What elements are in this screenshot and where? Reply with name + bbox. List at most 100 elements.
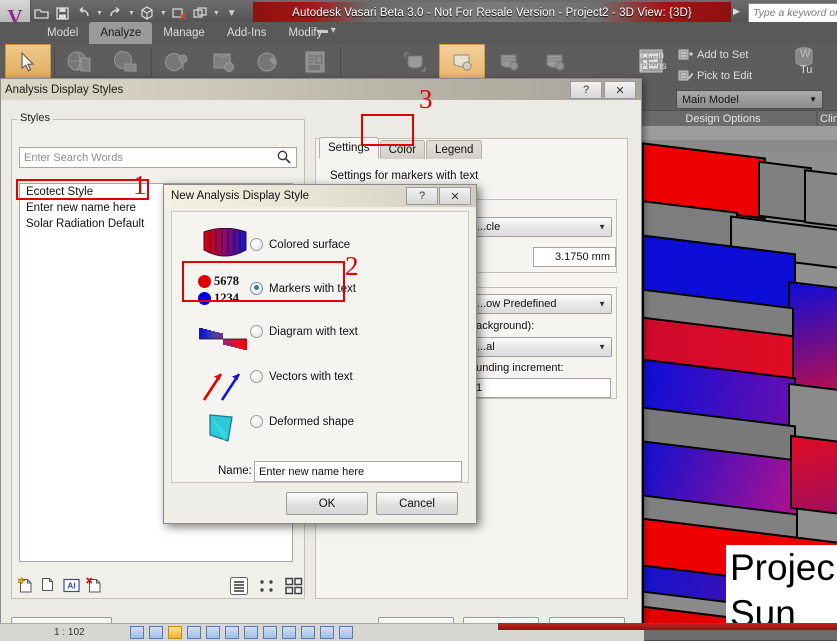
energy-settings-button[interactable] xyxy=(104,45,148,79)
help-icon: ? xyxy=(582,84,590,96)
redo-icon[interactable] xyxy=(106,4,125,23)
undo-dropdown-icon[interactable]: ▼ xyxy=(95,10,104,17)
status-icon-12[interactable] xyxy=(338,626,353,639)
marker-size-input[interactable]: 3.1750 mm xyxy=(533,247,616,267)
colored-surface-radio[interactable] xyxy=(250,238,263,251)
rename-style-icon[interactable]: AI xyxy=(63,577,80,597)
rounding-increment-input[interactable]: 1 xyxy=(471,378,611,398)
text-predefined-value: ...ow Predefined xyxy=(477,298,557,310)
vectors-with-text-radio[interactable] xyxy=(250,370,263,383)
marker-shape-select[interactable]: ...cle ▼ xyxy=(471,217,612,237)
keyword-search-input[interactable]: Type a keyword or phrase xyxy=(748,3,837,23)
analysis-tools-button[interactable] xyxy=(247,45,291,79)
status-icon-6[interactable] xyxy=(224,626,239,639)
detail-view-icon[interactable] xyxy=(258,577,276,598)
tab-analyze[interactable]: Analyze xyxy=(89,22,153,44)
status-icon-5[interactable] xyxy=(205,626,220,639)
design-option-select[interactable]: Main Model ▼ xyxy=(676,90,823,109)
quick-access-toolbar[interactable]: ▼ ▼ ▼ ▼ ▼ xyxy=(32,2,238,24)
tab-model[interactable]: Model xyxy=(36,22,89,44)
colored-surface-option[interactable]: Colored surface xyxy=(250,238,350,251)
qat-overflow-icon[interactable]: ▼ xyxy=(223,8,238,19)
diagram-with-text-radio[interactable] xyxy=(250,325,263,338)
tab-legend[interactable]: Legend xyxy=(426,140,483,159)
status-icon-11[interactable] xyxy=(319,626,334,639)
redo-dropdown-icon[interactable]: ▼ xyxy=(127,10,136,17)
save-icon[interactable] xyxy=(53,4,72,23)
switch-dropdown-icon[interactable]: ▼ xyxy=(212,10,221,17)
ribbon-group-select xyxy=(4,44,343,80)
new-analysis-display-style-dialog: New Analysis Display Style ? ✕ Colored s… xyxy=(163,184,477,524)
tab-addins[interactable]: Add-Ins xyxy=(216,22,278,44)
search-icon[interactable] xyxy=(277,150,291,167)
status-icon-9[interactable] xyxy=(281,626,296,639)
background-label: ...ackground): xyxy=(467,320,535,332)
analysis-display-styles-button[interactable] xyxy=(439,44,485,80)
ribbon-bottom-strip xyxy=(630,126,837,140)
close-window-icon[interactable] xyxy=(170,4,189,23)
display-style-2-button[interactable] xyxy=(487,45,531,79)
pick-to-edit-label: Pick to Edit xyxy=(697,70,753,82)
status-icon-10[interactable] xyxy=(300,626,315,639)
status-icon-1[interactable] xyxy=(129,626,144,639)
tab-manage[interactable]: Manage xyxy=(152,22,216,44)
new-style-dialog-title-bar[interactable]: New Analysis Display Style ? ✕ xyxy=(164,185,476,207)
new-style-dialog-title: New Analysis Display Style xyxy=(171,190,310,202)
status-icon-8[interactable] xyxy=(262,626,277,639)
list-view-icon[interactable] xyxy=(229,576,249,599)
delete-style-icon[interactable] xyxy=(86,577,103,597)
view-dropdown-icon[interactable]: ▼ xyxy=(159,10,168,17)
deformed-shape-option[interactable]: Deformed shape xyxy=(250,415,354,428)
new-style-cancel-button[interactable]: Cancel xyxy=(376,492,458,515)
pick-to-edit-button[interactable]: Pick to Edit xyxy=(678,69,752,83)
solar-radiation-button[interactable] xyxy=(155,45,199,79)
status-icon-4[interactable] xyxy=(186,626,201,639)
new-style-close-button[interactable]: ✕ xyxy=(439,187,471,205)
markers-with-text-option[interactable]: Markers with text xyxy=(250,282,356,295)
ribbon-group-display-styles xyxy=(392,44,578,80)
marker-sample-bottom-value: 1234 xyxy=(214,291,239,305)
chevron-down-icon: ▼ xyxy=(598,342,606,352)
display-style-default-button[interactable] xyxy=(393,45,437,79)
analysis-dialog-close-button[interactable]: ✕ xyxy=(604,81,636,99)
new-style-icon[interactable] xyxy=(17,576,34,597)
report-button[interactable] xyxy=(293,45,337,79)
overlay-line-1: Projec xyxy=(730,547,835,588)
undo-icon[interactable] xyxy=(74,4,93,23)
ribbon-tabs[interactable]: Model Analyze Manage Add-Ins Modify xyxy=(36,22,333,44)
open-icon[interactable] xyxy=(32,4,51,23)
vectors-with-text-option[interactable]: Vectors with text xyxy=(250,370,353,383)
analysis-dialog-title-bar[interactable]: Analysis Display Styles ? ✕ xyxy=(1,79,641,100)
annotation-number-2: 2 xyxy=(345,251,359,281)
infocenter-expand-icon[interactable]: ▶ xyxy=(733,6,740,17)
default-3d-view-icon[interactable] xyxy=(138,4,157,23)
style-list-tools[interactable]: AI xyxy=(17,576,103,597)
text-style-select[interactable]: ...al ▼ xyxy=(471,337,612,357)
new-style-help-button[interactable]: ? xyxy=(406,187,438,205)
switch-windows-icon[interactable] xyxy=(191,4,210,23)
search-input[interactable]: Enter Search Words xyxy=(19,147,297,168)
settings-tab-strip[interactable]: Settings Color Legend xyxy=(319,137,483,159)
markers-with-text-radio[interactable] xyxy=(250,282,263,295)
wind-analysis-button[interactable] xyxy=(201,45,245,79)
thumbnail-view-icon[interactable] xyxy=(285,577,303,598)
new-style-ok-button[interactable]: OK xyxy=(286,492,368,515)
status-icon-sun[interactable] xyxy=(167,626,182,639)
analysis-dialog-help-button[interactable]: ? xyxy=(570,81,602,99)
wind-tunnel-icon[interactable] xyxy=(793,46,815,71)
duplicate-style-icon[interactable] xyxy=(40,577,57,597)
modify-select-button[interactable] xyxy=(5,44,51,80)
energy-analysis-button[interactable] xyxy=(58,45,102,79)
style-view-tools[interactable] xyxy=(229,576,303,599)
status-icon-7[interactable] xyxy=(243,626,258,639)
text-predefined-select[interactable]: ...ow Predefined ▼ xyxy=(471,294,612,314)
add-to-set-button[interactable]: Add to Set xyxy=(678,48,748,62)
display-style-3-button[interactable] xyxy=(533,45,577,79)
tab-settings[interactable]: Settings xyxy=(319,137,379,159)
diagram-with-text-option[interactable]: Diagram with text xyxy=(250,325,358,338)
new-style-name-input[interactable]: Enter new name here xyxy=(254,461,462,482)
view-control-icon[interactable]: ▬ ▾ xyxy=(318,25,336,36)
status-icon-2[interactable] xyxy=(148,626,163,639)
deformed-shape-radio[interactable] xyxy=(250,415,263,428)
tab-color[interactable]: Color xyxy=(379,140,426,159)
